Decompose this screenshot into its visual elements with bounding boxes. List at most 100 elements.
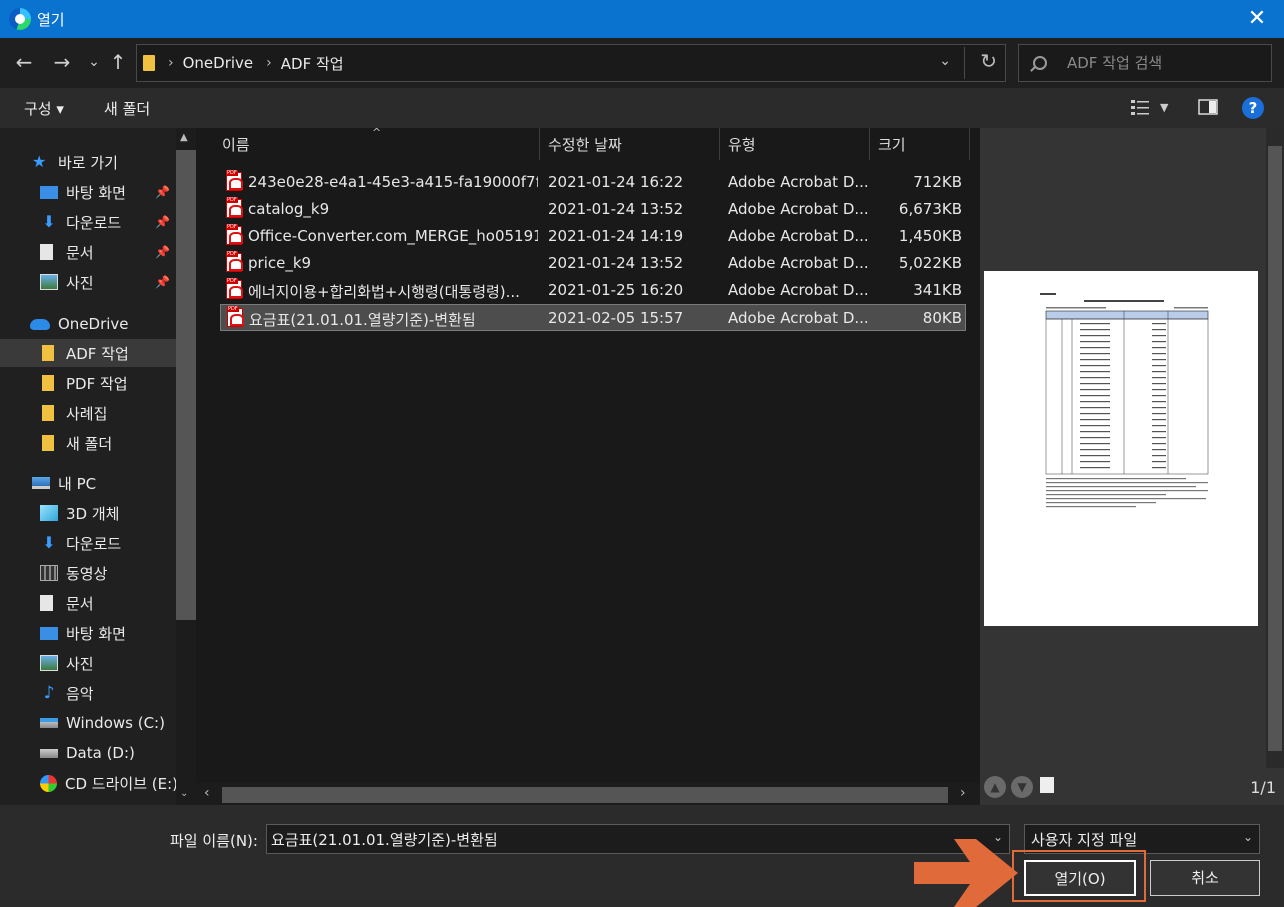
preview-scroll-thumb[interactable] <box>1268 146 1282 751</box>
next-page-icon[interactable]: ▼ <box>1011 776 1033 798</box>
sidebar-item-label: 사진 <box>66 654 94 673</box>
recent-locations-chevron-icon[interactable]: ⌄ <box>82 50 106 74</box>
pin-icon[interactable]: 📌 <box>155 245 170 259</box>
star-icon: ★ <box>32 152 47 171</box>
sidebar-item-label: 바탕 화면 <box>66 624 126 643</box>
help-icon[interactable]: ? <box>1242 97 1264 119</box>
sidebar-item-pc-pictures[interactable]: 사진 <box>40 649 176 677</box>
file-row[interactable]: 에너지이용+합리화법+시행령(대통령령)... 2021-01-25 16:20… <box>220 277 966 304</box>
navigation-bar: ← → ⌄ ↑ › OneDrive › ADF 작업 ⌄ ↻ <box>0 38 1284 88</box>
file-type: Adobe Acrobat D... <box>728 309 869 327</box>
sidebar-item-videos[interactable]: 동영상 <box>40 559 176 587</box>
search-box[interactable] <box>1018 44 1272 82</box>
column-header-label: 이름 <box>222 135 250 154</box>
breadcrumb-adf[interactable]: ADF 작업 <box>281 53 344 74</box>
sidebar-item-label: 사진 <box>66 273 94 292</box>
sidebar-item-downloads[interactable]: ⬇ 다운로드 📌 <box>40 208 176 236</box>
sidebar-item-onedrive[interactable]: OneDrive <box>30 310 176 338</box>
sidebar-scrollbar[interactable]: ▲ ⌄ <box>176 128 196 805</box>
sidebar-item-documents[interactable]: 문서 📌 <box>40 238 176 266</box>
close-icon[interactable]: ✕ <box>1244 6 1270 32</box>
forward-arrow-icon[interactable]: → <box>50 50 74 74</box>
sidebar-item-new-folder[interactable]: 새 폴더 <box>42 429 176 457</box>
refresh-icon[interactable]: ↻ <box>980 49 997 73</box>
cd-drive-icon <box>40 774 57 792</box>
sidebar-item-windows-drive[interactable]: Windows (C:) <box>40 709 176 737</box>
sidebar-item-casebook-folder[interactable]: 사례집 <box>42 399 176 427</box>
sidebar-item-label: Windows (C:) <box>66 714 165 732</box>
file-date: 2021-01-24 13:52 <box>548 254 684 272</box>
file-name: price_k9 <box>248 254 312 272</box>
sidebar-item-this-pc[interactable]: 내 PC <box>32 469 176 497</box>
scroll-right-icon[interactable]: › <box>960 785 966 801</box>
download-icon: ⬇ <box>42 533 56 552</box>
previous-page-icon[interactable]: ▲ <box>984 776 1006 798</box>
breadcrumb-onedrive[interactable]: OneDrive <box>183 54 254 72</box>
file-size: 341KB <box>913 281 962 299</box>
filename-field[interactable]: ⌄ <box>266 824 1010 854</box>
sidebar-item-pc-desktop[interactable]: 바탕 화면 <box>40 619 176 647</box>
preview-scrollbar[interactable] <box>1266 128 1284 768</box>
sidebar-item-music[interactable]: ♪ 음악 <box>40 679 176 707</box>
sidebar-item-pictures[interactable]: 사진 📌 <box>40 268 176 296</box>
column-header-date[interactable]: 수정한 날짜 <box>540 128 720 160</box>
pin-icon[interactable]: 📌 <box>155 215 170 229</box>
sidebar-item-label: 바로 가기 <box>58 153 118 172</box>
view-options-icon[interactable] <box>1130 98 1150 116</box>
sidebar-item-adf-folder[interactable]: ADF 작업 <box>0 339 176 367</box>
sidebar-item-3d-objects[interactable]: 3D 개체 <box>40 499 176 527</box>
organize-button[interactable]: 구성 ▾ <box>24 98 64 119</box>
search-input[interactable] <box>1067 54 1247 72</box>
column-header-label: 수정한 날짜 <box>548 135 622 154</box>
sidebar-item-desktop[interactable]: 바탕 화면 📌 <box>40 178 176 206</box>
command-bar: 구성 ▾ 새 폴더 ▼ ? <box>0 88 1284 128</box>
preview-pane-icon[interactable] <box>1198 98 1218 116</box>
folder-icon <box>143 55 155 71</box>
file-row[interactable]: 243e0e28-e4a1-45e3-a415-fa19000f7f7d... … <box>220 169 966 196</box>
column-header-size[interactable]: 크기 <box>870 128 970 160</box>
file-list: 이름 ^ 수정한 날짜 유형 크기 243e0e28-e4a1-45e3-a41… <box>196 126 980 805</box>
address-dropdown-icon[interactable]: ⌄ <box>939 53 951 69</box>
new-folder-button[interactable]: 새 폴더 <box>104 98 150 119</box>
pdf-file-icon <box>226 224 243 245</box>
desktop-icon <box>40 185 58 199</box>
cloud-icon <box>30 318 50 330</box>
file-row[interactable]: Office-Converter.com_MERGE_ho051914 2021… <box>220 223 966 250</box>
view-dropdown-icon[interactable]: ▼ <box>1160 101 1168 114</box>
column-header-label: 유형 <box>728 135 756 154</box>
pin-icon[interactable]: 📌 <box>155 275 170 289</box>
file-row[interactable]: price_k9 2021-01-24 13:52 Adobe Acrobat … <box>220 250 966 277</box>
scroll-down-icon[interactable]: ⌄ <box>180 788 188 799</box>
chevron-right-icon: › <box>168 55 174 71</box>
file-row-selected[interactable]: 요금표(21.01.01.열량기준)-변환됨 2021-02-05 15:57 … <box>220 304 966 331</box>
file-type-value: 사용자 지정 파일 <box>1031 830 1138 849</box>
sidebar-item-pdf-folder[interactable]: PDF 작업 <box>42 369 176 397</box>
sidebar-scroll-thumb[interactable] <box>176 150 196 620</box>
open-button[interactable]: 열기(O) <box>1024 860 1136 896</box>
sidebar-item-quick-access[interactable]: ★ 바로 가기 <box>32 148 196 176</box>
up-arrow-icon[interactable]: ↑ <box>106 50 130 74</box>
file-type: Adobe Acrobat D... <box>728 173 869 191</box>
scroll-left-icon[interactable]: ‹ <box>204 785 210 801</box>
file-list-scroll-thumb[interactable] <box>222 787 948 803</box>
scroll-up-icon[interactable]: ▲ <box>180 132 188 143</box>
title-bar: 열기 ✕ <box>0 0 1284 38</box>
file-name: 에너지이용+합리화법+시행령(대통령령)... <box>248 283 520 301</box>
sidebar-item-data-drive[interactable]: Data (D:) <box>40 739 176 767</box>
sidebar-item-pc-documents[interactable]: 문서 <box>40 589 176 617</box>
file-size: 1,450KB <box>898 227 962 245</box>
cancel-button[interactable]: 취소 <box>1150 860 1260 896</box>
file-row[interactable]: catalog_k9 2021-01-24 13:52 Adobe Acroba… <box>220 196 966 223</box>
address-bar[interactable]: › OneDrive › ADF 작업 ⌄ ↻ <box>136 44 1006 82</box>
filename-label: 파일 이름(N): <box>170 832 258 850</box>
file-type: Adobe Acrobat D... <box>728 200 869 218</box>
sidebar-item-cd-drive[interactable]: CD 드라이브 (E:) <box>40 769 176 797</box>
file-date: 2021-01-24 16:22 <box>548 173 684 191</box>
filename-input[interactable] <box>271 830 971 848</box>
back-arrow-icon[interactable]: ← <box>12 50 36 74</box>
file-list-scrollbar[interactable]: ‹ › <box>196 783 980 805</box>
sidebar-item-pc-downloads[interactable]: ⬇ 다운로드 <box>40 529 176 557</box>
pin-icon[interactable]: 📌 <box>155 185 170 199</box>
column-header-type[interactable]: 유형 <box>720 128 870 160</box>
page-view-icon[interactable] <box>1040 777 1054 793</box>
